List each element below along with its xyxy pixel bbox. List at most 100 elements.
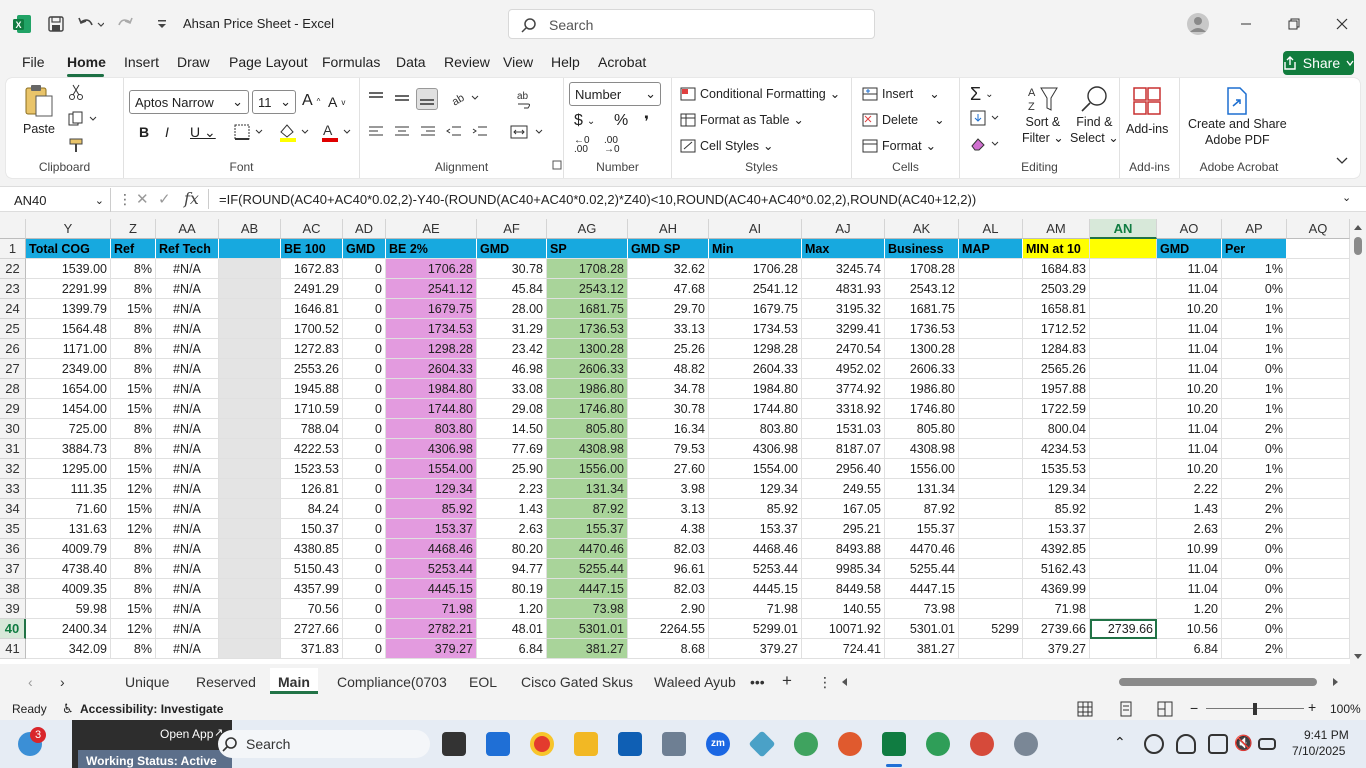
currency-icon[interactable]: $ ⌄	[574, 112, 595, 130]
format-cells-button[interactable]: Format ⌄	[862, 138, 936, 153]
cell-aa37[interactable]: #N/A	[156, 559, 219, 579]
cell-ah22[interactable]: 32.62	[628, 259, 709, 279]
cell-an29[interactable]	[1090, 399, 1157, 419]
align-center-icon[interactable]	[394, 124, 410, 140]
cell-aq26[interactable]	[1287, 339, 1350, 359]
cell-af26[interactable]: 23.42	[477, 339, 547, 359]
cell-an1[interactable]	[1090, 239, 1157, 259]
cell-ap41[interactable]: 2%	[1222, 639, 1287, 659]
cell-y22[interactable]: 1539.00	[26, 259, 111, 279]
cell-ak28[interactable]: 1986.80	[885, 379, 959, 399]
cell-al35[interactable]	[959, 519, 1023, 539]
cell-al22[interactable]	[959, 259, 1023, 279]
horizontal-scrollbar[interactable]	[840, 675, 1342, 689]
cell-ae32[interactable]: 1554.00	[386, 459, 477, 479]
cell-an26[interactable]	[1090, 339, 1157, 359]
cell-ak41[interactable]: 381.27	[885, 639, 959, 659]
cell-ac26[interactable]: 1272.83	[281, 339, 343, 359]
sync-icon[interactable]	[1144, 734, 1164, 754]
align-left-icon[interactable]	[368, 124, 384, 140]
cell-af28[interactable]: 33.08	[477, 379, 547, 399]
open-app-panel[interactable]: Open App ↗ Working Status: Active	[72, 720, 232, 768]
tab-formulas[interactable]: Formulas	[322, 54, 380, 70]
cell-aa26[interactable]: #N/A	[156, 339, 219, 359]
cell-ao31[interactable]: 11.04	[1157, 439, 1222, 459]
cell-al27[interactable]	[959, 359, 1023, 379]
cell-am34[interactable]: 85.92	[1023, 499, 1090, 519]
cell-al37[interactable]	[959, 559, 1023, 579]
cell-ac25[interactable]: 1700.52	[281, 319, 343, 339]
cell-aq25[interactable]	[1287, 319, 1350, 339]
cell-ao28[interactable]: 10.20	[1157, 379, 1222, 399]
cell-af39[interactable]: 1.20	[477, 599, 547, 619]
cell-y38[interactable]: 4009.35	[26, 579, 111, 599]
cell-ad35[interactable]: 0	[343, 519, 386, 539]
cell-y33[interactable]: 111.35	[26, 479, 111, 499]
cell-ae27[interactable]: 2604.33	[386, 359, 477, 379]
row-header[interactable]: 32	[0, 459, 26, 479]
normal-view-icon[interactable]	[1077, 701, 1093, 717]
cell-ak39[interactable]: 73.98	[885, 599, 959, 619]
cell-ak35[interactable]: 155.37	[885, 519, 959, 539]
cell-ad28[interactable]: 0	[343, 379, 386, 399]
share-button[interactable]: Share	[1283, 51, 1354, 75]
cell-af30[interactable]: 14.50	[477, 419, 547, 439]
add-sheet-icon[interactable]: +	[782, 671, 792, 691]
cell-an28[interactable]	[1090, 379, 1157, 399]
cell-aq24[interactable]	[1287, 299, 1350, 319]
cell-ah33[interactable]: 3.98	[628, 479, 709, 499]
cell-ai28[interactable]: 1984.80	[709, 379, 802, 399]
cell-ad38[interactable]: 0	[343, 579, 386, 599]
taskbar-date[interactable]: 7/10/2025	[1292, 744, 1345, 758]
insert-cells-button[interactable]: Insert ⌄	[862, 86, 940, 101]
column-header-y[interactable]: Y	[26, 219, 111, 239]
chrome-profile-3-icon[interactable]	[926, 732, 950, 756]
cell-ak30[interactable]: 805.80	[885, 419, 959, 439]
cell-ap36[interactable]: 0%	[1222, 539, 1287, 559]
cell-z31[interactable]: 8%	[111, 439, 156, 459]
cell-y24[interactable]: 1399.79	[26, 299, 111, 319]
cut-icon[interactable]	[68, 84, 84, 100]
increase-indent-icon[interactable]	[472, 124, 488, 140]
column-header-ad[interactable]: AD	[343, 219, 386, 239]
speaker-icon[interactable]: 🔇	[1234, 734, 1253, 752]
cell-ai31[interactable]: 4306.98	[709, 439, 802, 459]
cell-z26[interactable]: 8%	[111, 339, 156, 359]
cell-aq33[interactable]	[1287, 479, 1350, 499]
cell-z29[interactable]: 15%	[111, 399, 156, 419]
column-header-ap[interactable]: AP	[1222, 219, 1287, 239]
row-header[interactable]: 39	[0, 599, 26, 619]
more-options-icon[interactable]: ⋮	[118, 191, 132, 208]
cell-z27[interactable]: 8%	[111, 359, 156, 379]
tab-file[interactable]: File	[22, 54, 45, 70]
cell-ao24[interactable]: 10.20	[1157, 299, 1222, 319]
cell-ap24[interactable]: 1%	[1222, 299, 1287, 319]
cell-ao25[interactable]: 11.04	[1157, 319, 1222, 339]
cell-y26[interactable]: 1171.00	[26, 339, 111, 359]
delete-cells-button[interactable]: Delete ⌄	[862, 112, 945, 127]
row-header[interactable]: 25	[0, 319, 26, 339]
cell-ap27[interactable]: 0%	[1222, 359, 1287, 379]
comma-style-icon[interactable]: ❜	[644, 112, 649, 132]
cell-ab41[interactable]	[219, 639, 281, 659]
chrome-profile-2-icon[interactable]	[838, 732, 862, 756]
cell-ah27[interactable]: 48.82	[628, 359, 709, 379]
cell-aa32[interactable]: #N/A	[156, 459, 219, 479]
cell-ak26[interactable]: 1300.28	[885, 339, 959, 359]
tab-draw[interactable]: Draw	[177, 54, 210, 70]
row-header[interactable]: 29	[0, 399, 26, 419]
cell-ah28[interactable]: 34.78	[628, 379, 709, 399]
cell-ak23[interactable]: 2543.12	[885, 279, 959, 299]
cell-aq22[interactable]	[1287, 259, 1350, 279]
bottom-align-icon[interactable]	[416, 88, 438, 110]
cell-aq41[interactable]	[1287, 639, 1350, 659]
cell-am39[interactable]: 71.98	[1023, 599, 1090, 619]
scroll-down-icon[interactable]	[1353, 653, 1363, 661]
cell-aj31[interactable]: 8187.07	[802, 439, 885, 459]
cell-ah24[interactable]: 29.70	[628, 299, 709, 319]
cell-z37[interactable]: 8%	[111, 559, 156, 579]
scroll-right-icon[interactable]	[1332, 677, 1340, 687]
tab-help[interactable]: Help	[551, 54, 580, 70]
vertical-scrollbar[interactable]	[1350, 219, 1366, 664]
cell-am22[interactable]: 1684.83	[1023, 259, 1090, 279]
